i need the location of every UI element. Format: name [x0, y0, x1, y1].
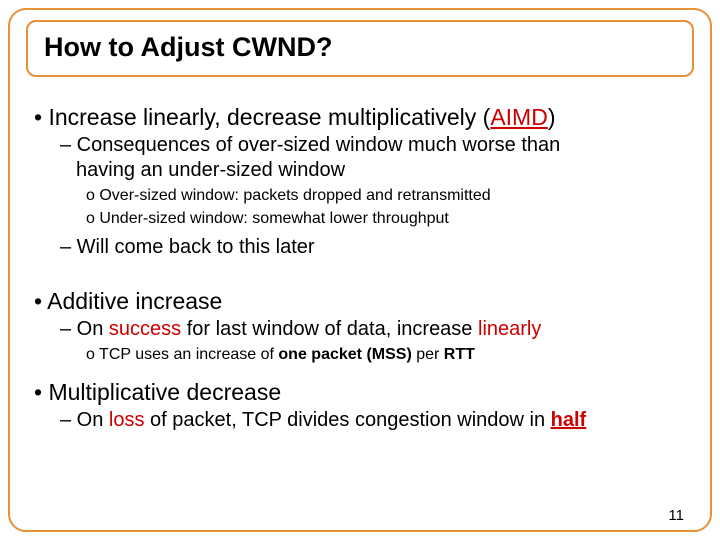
slide-content: • Increase linearly, decrease multiplica… [34, 98, 694, 433]
text: ) [548, 104, 556, 130]
word-success: success [109, 318, 181, 340]
text: per [412, 346, 444, 363]
word-loss: loss [109, 409, 145, 431]
word-linearly: linearly [478, 318, 541, 340]
aimd-term: AIMD [490, 104, 548, 130]
bullet-multiplicative: • Multiplicative decrease [34, 379, 694, 406]
word-rtt: RTT [444, 346, 475, 363]
sub-comeback: – Will come back to this later [60, 235, 694, 260]
subsub-undersized: o Under-sized window: somewhat lower thr… [86, 209, 694, 229]
sub-loss: – On loss of packet, TCP divides congest… [60, 408, 694, 433]
sub-success: – On success for last window of data, in… [60, 317, 694, 342]
slide-title: How to Adjust CWND? [44, 32, 676, 63]
subsub-oversized: o Over-sized window: packets dropped and… [86, 186, 694, 206]
page-number: 11 [668, 507, 684, 524]
bullet-additive: • Additive increase [34, 288, 694, 315]
text: o TCP uses an increase of [86, 346, 278, 363]
subsub-tcp-increase: o TCP uses an increase of one packet (MS… [86, 345, 694, 365]
text: – On [60, 318, 109, 340]
text: for last window of data, increase [181, 318, 478, 340]
sub-consequences-line1: – Consequences of over-sized window much… [60, 133, 694, 158]
text: of packet, TCP divides congestion window… [145, 409, 551, 431]
bullet-aimd: • Increase linearly, decrease multiplica… [34, 104, 694, 131]
title-box: How to Adjust CWND? [26, 20, 694, 77]
text: – On [60, 409, 109, 431]
word-half: half [551, 409, 587, 431]
sub-consequences-line2: having an under-sized window [76, 158, 694, 183]
word-one-packet: one packet (MSS) [278, 346, 411, 363]
text: • Increase linearly, decrease multiplica… [34, 104, 490, 130]
